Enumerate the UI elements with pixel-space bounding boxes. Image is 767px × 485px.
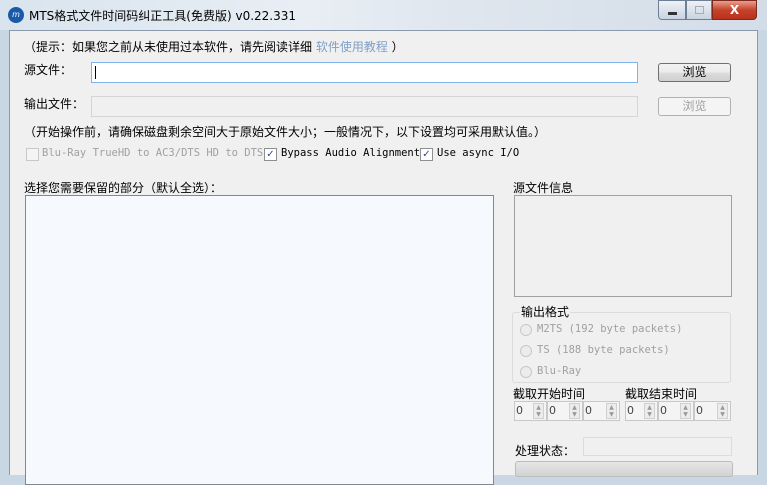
async-io-checkbox[interactable]: ✓ xyxy=(420,148,433,161)
start-second-spinner[interactable]: 0 ▲ ▼ xyxy=(583,401,620,421)
output-label: 输出文件： xyxy=(24,97,85,111)
parts-list[interactable] xyxy=(25,195,494,485)
spin-arrows-icon[interactable]: ▲ ▼ xyxy=(680,403,691,419)
bluray-radio[interactable] xyxy=(520,366,532,378)
close-button[interactable]: X xyxy=(712,0,757,20)
start-time-label: 截取开始时间 xyxy=(513,387,586,401)
source-browse-button[interactable]: 浏览 xyxy=(658,63,731,82)
end-hour-spinner[interactable]: 0 ▲ ▼ xyxy=(625,401,658,421)
hint-text: （提示：如果您之前从未使用过本软件，请先阅读详细 软件使用教程 ） xyxy=(24,38,404,55)
title-bar: m MTS格式文件时间码纠正工具(免费版) v0.22.331 X xyxy=(0,0,767,30)
spin-arrows-icon[interactable]: ▲ ▼ xyxy=(606,403,617,419)
source-label: 源文件： xyxy=(24,63,73,77)
minimize-button[interactable] xyxy=(658,0,686,20)
end-minute-spinner[interactable]: 0 ▲ ▼ xyxy=(658,401,694,421)
truehd-checkbox[interactable] xyxy=(26,148,39,161)
minimize-icon xyxy=(668,12,677,15)
status-label: 处理状态： xyxy=(515,444,576,458)
bypass-audio-label: Bypass Audio Alignment xyxy=(281,147,421,159)
truehd-label: Blu-Ray TrueHD to AC3/DTS HD to DTS xyxy=(42,147,264,159)
maximize-icon xyxy=(695,6,704,14)
output-format-legend: 输出格式 xyxy=(520,303,571,320)
start-hour-spinner[interactable]: 0 ▲ ▼ xyxy=(514,401,547,421)
source-info-box xyxy=(514,195,732,297)
spin-arrows-icon[interactable]: ▲ ▼ xyxy=(569,403,580,419)
ts-radio[interactable] xyxy=(520,345,532,357)
maximize-button[interactable] xyxy=(686,0,712,20)
bypass-audio-checkbox[interactable]: ✓ xyxy=(264,148,277,161)
spin-arrows-icon[interactable]: ▲ ▼ xyxy=(717,403,728,419)
end-second-spinner[interactable]: 0 ▲ ▼ xyxy=(694,401,731,421)
status-field xyxy=(583,437,732,456)
source-file-input[interactable] xyxy=(91,62,638,83)
hint-suffix: ） xyxy=(387,40,404,54)
output-file-input[interactable] xyxy=(91,96,638,117)
close-icon: X xyxy=(729,3,740,17)
parts-label: 选择您需要保留的部分（默认全选）： xyxy=(24,181,223,195)
window-title: MTS格式文件时间码纠正工具(免费版) v0.22.331 xyxy=(29,9,297,23)
app-icon: m xyxy=(8,7,24,23)
async-io-label: Use async I/O xyxy=(437,147,520,159)
source-info-label: 源文件信息 xyxy=(513,181,574,195)
spin-arrows-icon[interactable]: ▲ ▼ xyxy=(644,403,655,419)
check-icon: ✓ xyxy=(266,149,275,160)
output-browse-button[interactable]: 浏览 xyxy=(658,97,731,116)
start-minute-spinner[interactable]: 0 ▲ ▼ xyxy=(547,401,583,421)
note-text: （开始操作前，请确保磁盘剩余空间大于原始文件大小；一般情况下，以下设置均可采用默… xyxy=(24,125,547,139)
tutorial-link[interactable]: 软件使用教程 xyxy=(316,40,388,54)
check-icon: ✓ xyxy=(422,149,431,160)
m2ts-label: M2TS (192 byte packets) xyxy=(537,323,683,335)
hint-prefix: （提示：如果您之前从未使用过本软件，请先阅读详细 xyxy=(24,40,316,54)
end-time-label: 截取结束时间 xyxy=(625,387,698,401)
ts-label: TS (188 byte packets) xyxy=(537,344,670,356)
m2ts-radio[interactable] xyxy=(520,324,532,336)
client-area: （提示：如果您之前从未使用过本软件，请先阅读详细 软件使用教程 ） 源文件： 浏… xyxy=(9,30,758,485)
spin-arrows-icon[interactable]: ▲ ▼ xyxy=(533,403,544,419)
bluray-label: Blu-Ray xyxy=(537,365,582,377)
